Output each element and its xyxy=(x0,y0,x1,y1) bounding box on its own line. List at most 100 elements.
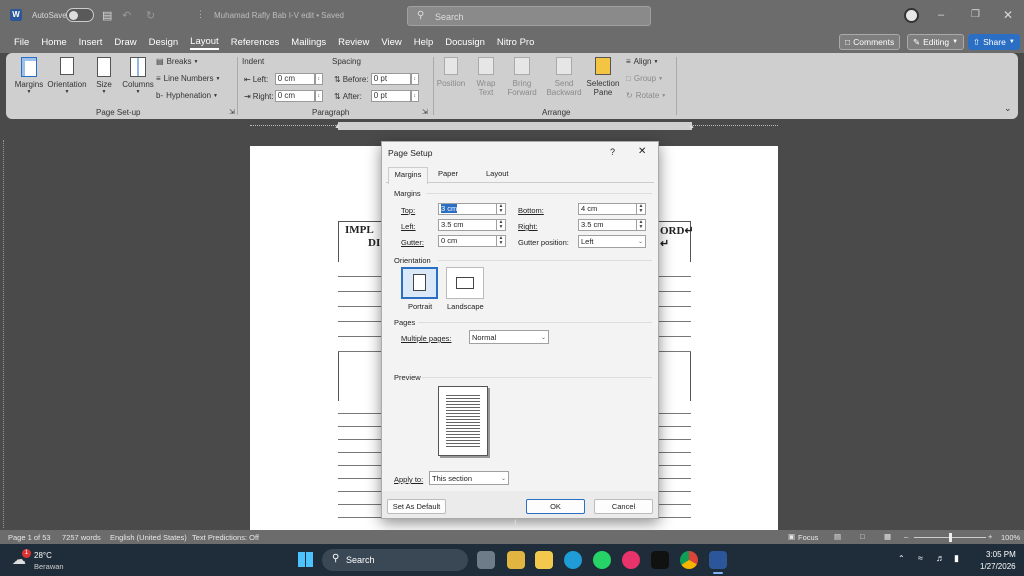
align-button[interactable]: ≡ Align ▼ xyxy=(626,57,658,66)
top-spinner[interactable]: ▲ ▼ xyxy=(497,203,506,215)
chrome-icon[interactable] xyxy=(680,551,698,569)
spacing-before-spinner[interactable]: ↕ xyxy=(410,73,419,85)
zoom-level[interactable]: 100% xyxy=(1001,533,1020,542)
rotate-button[interactable]: ↻ Rotate ▼ xyxy=(626,91,666,100)
right-spinner[interactable]: ▲ ▼ xyxy=(637,219,646,231)
read-mode-icon[interactable]: ▤ xyxy=(834,532,841,541)
volume-icon[interactable]: ♬ xyxy=(936,553,945,563)
top-input[interactable]: 3 cm xyxy=(438,203,497,215)
comments-button[interactable]: □ Comments xyxy=(839,34,901,50)
cancel-button[interactable]: Cancel xyxy=(594,499,653,514)
avatar[interactable] xyxy=(904,8,919,23)
left-spinner[interactable]: ▲ ▼ xyxy=(497,219,506,231)
dialog-launcher-icon[interactable]: ⇲ xyxy=(229,108,235,116)
page-count[interactable]: Page 1 of 53 xyxy=(8,533,51,542)
spacing-after-spinner[interactable]: ↕ xyxy=(410,90,419,102)
position-button[interactable]: Position xyxy=(436,57,466,88)
search-box[interactable]: ⚲ Search xyxy=(407,6,651,26)
edge-icon[interactable] xyxy=(564,551,582,569)
document-title[interactable]: Muhamad Rafly Bab I-V edit • Saved xyxy=(214,11,344,20)
language[interactable]: English (United States) xyxy=(110,533,187,542)
indent-marker-icon[interactable]: ▲ xyxy=(334,123,341,130)
group-button[interactable]: □ Group ▼ xyxy=(626,74,663,83)
tab-paper[interactable]: Paper xyxy=(438,169,458,178)
dialog-launcher-icon[interactable]: ⇲ xyxy=(422,108,428,116)
send-backward-button[interactable]: Send Backward xyxy=(542,57,586,97)
tab-layout[interactable]: Layout xyxy=(486,169,509,178)
focus-icon[interactable]: ▣ xyxy=(788,532,795,541)
multiple-pages-select[interactable]: Normal ⌄ xyxy=(469,330,549,344)
clock-time[interactable]: 3:05 PM xyxy=(986,550,1016,559)
menu-mailings[interactable]: Mailings xyxy=(291,37,326,48)
menu-view[interactable]: View xyxy=(381,37,401,48)
indent-left-spinner[interactable]: ↕ xyxy=(314,73,323,85)
editing-button[interactable]: ✎ Editing ▼ xyxy=(907,34,965,50)
tab-margins[interactable]: Margins xyxy=(388,167,428,184)
vertical-ruler[interactable] xyxy=(3,140,13,528)
gutter-position-select[interactable]: Left ⌄ xyxy=(578,235,646,248)
margins-button[interactable]: Margins ▼ xyxy=(12,57,46,95)
help-icon[interactable]: ? xyxy=(610,147,615,157)
apply-to-select[interactable]: This section ⌄ xyxy=(429,471,509,485)
menu-docusign[interactable]: Docusign xyxy=(445,37,485,48)
battery-icon[interactable]: ▮ xyxy=(954,553,959,564)
bottom-input[interactable]: 4 cm xyxy=(578,203,637,215)
chevron-up-icon[interactable]: ⌃ xyxy=(898,554,905,563)
windows-start-icon[interactable] xyxy=(298,552,313,567)
folder-icon[interactable] xyxy=(535,551,553,569)
left-input[interactable]: 3.5 cm xyxy=(438,219,497,231)
portrait-button[interactable] xyxy=(401,267,438,299)
menu-insert[interactable]: Insert xyxy=(79,37,103,48)
zoom-in-icon[interactable]: + xyxy=(988,532,992,541)
menu-nitro-pro[interactable]: Nitro Pro xyxy=(497,37,534,48)
zoom-out-icon[interactable]: – xyxy=(904,532,908,541)
ok-button[interactable]: OK xyxy=(526,499,585,514)
indent-left-input[interactable]: 0 cm xyxy=(274,73,315,85)
gutter-spinner[interactable]: ▲ ▼ xyxy=(497,235,506,247)
orientation-button[interactable]: Orientation ▼ xyxy=(46,57,88,95)
menu-layout[interactable]: Layout xyxy=(190,36,219,50)
minimize-icon[interactable]: – xyxy=(938,9,944,21)
text-predictions[interactable]: Text Predictions: Off xyxy=(192,533,259,542)
clock-date[interactable]: 1/27/2026 xyxy=(980,562,1016,571)
line-numbers-button[interactable]: ≡ Line Numbers ▼ xyxy=(156,74,220,83)
qat-more-icon[interactable]: ⋮ xyxy=(196,9,205,20)
horizontal-ruler[interactable]: ▲ ▲ xyxy=(0,119,1024,133)
indent-right-spinner[interactable]: ↕ xyxy=(314,90,323,102)
columns-button[interactable]: Columns ▼ xyxy=(120,57,156,95)
focus-label[interactable]: Focus xyxy=(798,533,818,542)
breaks-button[interactable]: ▤ Breaks ▼ xyxy=(156,57,198,66)
landscape-button[interactable] xyxy=(446,267,484,299)
menu-references[interactable]: References xyxy=(231,37,280,48)
collapse-ribbon-icon[interactable]: ⌄ xyxy=(1004,103,1012,114)
spacing-after-input[interactable]: 0 pt xyxy=(370,90,411,102)
hyphenation-button[interactable]: b‐ Hyphenation ▼ xyxy=(156,91,218,100)
word-count[interactable]: 7257 words xyxy=(62,533,101,542)
menu-help[interactable]: Help xyxy=(414,37,434,48)
gutter-input[interactable]: 0 cm xyxy=(438,235,497,247)
menu-draw[interactable]: Draw xyxy=(114,37,136,48)
weather-widget[interactable]: ☁ 1 28°C Berawan xyxy=(12,549,72,573)
bottom-spinner[interactable]: ▲ ▼ xyxy=(637,203,646,215)
size-button[interactable]: Size ▼ xyxy=(92,57,116,95)
close-icon[interactable]: ✕ xyxy=(638,146,646,157)
tiktok-icon[interactable] xyxy=(651,551,669,569)
autosave-toggle[interactable] xyxy=(66,8,94,22)
wrap-text-button[interactable]: Wrap Text xyxy=(470,57,502,97)
share-button[interactable]: ⇧ Share ▼ xyxy=(968,34,1020,50)
wifi-icon[interactable]: ≈ xyxy=(918,553,923,563)
taskbar-search[interactable]: ⚲ Search xyxy=(322,549,468,571)
right-input[interactable]: 3.5 cm xyxy=(578,219,637,231)
file-explorer-icon[interactable] xyxy=(507,551,525,569)
music-app-icon[interactable] xyxy=(622,551,640,569)
restore-icon[interactable]: ❐ xyxy=(971,9,980,20)
menu-file[interactable]: File xyxy=(14,37,29,48)
web-layout-icon[interactable]: ▦ xyxy=(884,532,891,541)
whatsapp-icon[interactable] xyxy=(593,551,611,569)
close-icon[interactable]: ✕ xyxy=(1003,8,1013,22)
menu-home[interactable]: Home xyxy=(41,37,66,48)
task-view-icon[interactable] xyxy=(477,551,495,569)
word-taskbar-icon[interactable] xyxy=(709,551,727,569)
print-layout-icon[interactable]: □ xyxy=(860,532,865,541)
menu-design[interactable]: Design xyxy=(149,37,179,48)
